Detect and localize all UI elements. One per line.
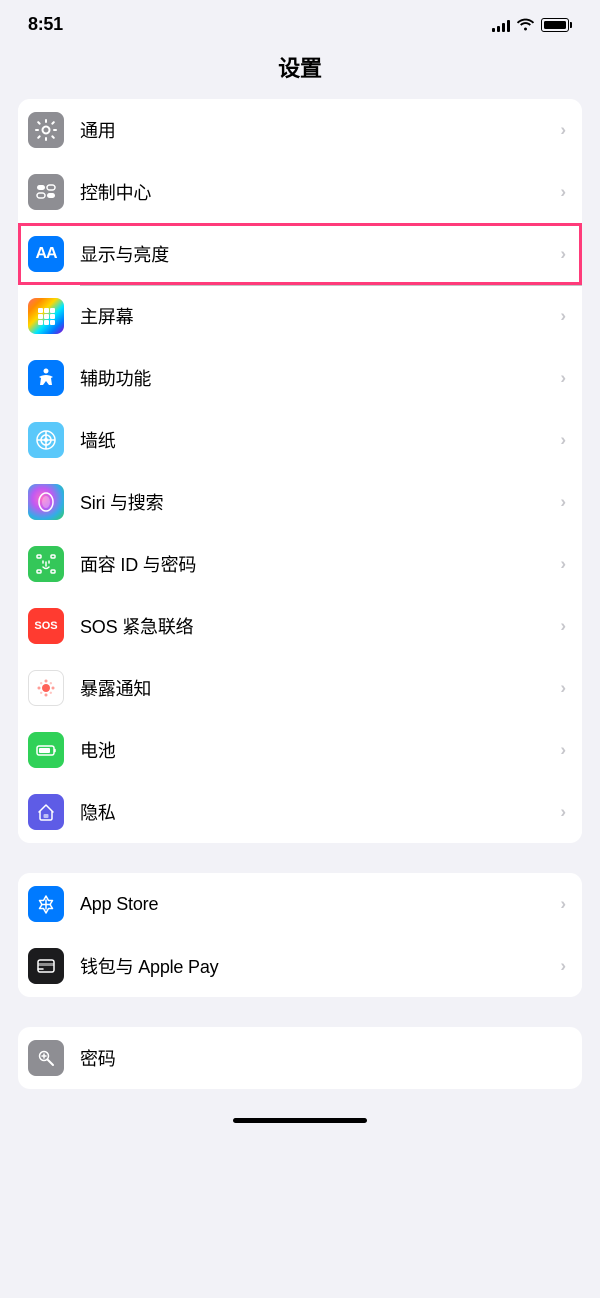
exposure-icon [28, 670, 64, 706]
settings-row-battery[interactable]: 电池 › [18, 719, 582, 781]
wallpaper-icon [28, 422, 64, 458]
settings-row-exposure[interactable]: 暴露通知 › [18, 657, 582, 719]
settings-row-display[interactable]: AA 显示与亮度 › [18, 223, 582, 285]
sos-icon: SOS [28, 608, 64, 644]
sos-label: SOS 紧急联络 [80, 613, 552, 639]
privacy-chevron: › [560, 802, 566, 822]
status-time: 8:51 [28, 14, 63, 35]
settings-row-faceid[interactable]: 面容 ID 与密码 › [18, 533, 582, 595]
settings-group-2: App Store › 钱包与 Apple Pay › [18, 873, 582, 997]
settings-row-sos[interactable]: SOS SOS 紧急联络 › [18, 595, 582, 657]
page-title: 设置 [278, 56, 321, 81]
page-title-bar: 设置 [0, 43, 600, 99]
wifi-icon [517, 18, 534, 31]
faceid-icon [28, 546, 64, 582]
settings-row-accessibility[interactable]: 辅助功能 › [18, 347, 582, 409]
settings-group-1: 通用 › 控制中心 › AA 显示与亮度 › [18, 99, 582, 843]
siri-icon [28, 484, 64, 520]
general-chevron: › [560, 120, 566, 140]
wallet-chevron: › [560, 956, 566, 976]
control-center-label: 控制中心 [80, 179, 552, 205]
settings-group-3[interactable]: 密码 [18, 1027, 582, 1089]
status-icons [492, 18, 573, 32]
battery-label: 电池 [80, 737, 552, 763]
settings-row-siri[interactable]: Siri 与搜索 › [18, 471, 582, 533]
faceid-chevron: › [560, 554, 566, 574]
control-center-chevron: › [560, 182, 566, 202]
signal-icon [492, 18, 510, 32]
general-label: 通用 [80, 117, 552, 143]
wallpaper-chevron: › [560, 430, 566, 450]
passwords-label: 密码 [80, 1045, 566, 1071]
settings-row-wallet[interactable]: 钱包与 Apple Pay › [18, 935, 582, 997]
battery-chevron: › [560, 740, 566, 760]
status-bar: 8:51 [0, 0, 600, 43]
settings-row-appstore[interactable]: App Store › [18, 873, 582, 935]
control-center-icon [28, 174, 64, 210]
exposure-label: 暴露通知 [80, 675, 552, 701]
settings-row-home-screen[interactable]: 主屏幕 › [18, 285, 582, 347]
accessibility-label: 辅助功能 [80, 365, 552, 391]
home-screen-chevron: › [560, 306, 566, 326]
privacy-icon [28, 794, 64, 830]
battery-icon [28, 732, 64, 768]
home-screen-icon [28, 298, 64, 334]
accessibility-chevron: › [560, 368, 566, 388]
home-indicator [233, 1118, 367, 1123]
display-icon: AA [28, 236, 64, 272]
appstore-icon [28, 886, 64, 922]
appstore-label: App Store [80, 894, 552, 915]
siri-chevron: › [560, 492, 566, 512]
siri-label: Siri 与搜索 [80, 489, 552, 515]
wallpaper-label: 墙纸 [80, 427, 552, 453]
wallet-icon [28, 948, 64, 984]
passwords-icon [28, 1040, 64, 1076]
exposure-chevron: › [560, 678, 566, 698]
home-screen-label: 主屏幕 [80, 303, 552, 329]
settings-row-privacy[interactable]: 隐私 › [18, 781, 582, 843]
accessibility-icon [28, 360, 64, 396]
faceid-label: 面容 ID 与密码 [80, 551, 552, 577]
general-icon [28, 112, 64, 148]
sos-chevron: › [560, 616, 566, 636]
settings-row-wallpaper[interactable]: 墙纸 › [18, 409, 582, 471]
wallet-label: 钱包与 Apple Pay [80, 953, 552, 979]
display-label: 显示与亮度 [80, 241, 552, 267]
settings-row-general[interactable]: 通用 › [18, 99, 582, 161]
settings-row-control-center[interactable]: 控制中心 › [18, 161, 582, 223]
appstore-chevron: › [560, 894, 566, 914]
display-chevron: › [560, 244, 566, 264]
battery-status-icon [541, 18, 573, 32]
privacy-label: 隐私 [80, 799, 552, 825]
